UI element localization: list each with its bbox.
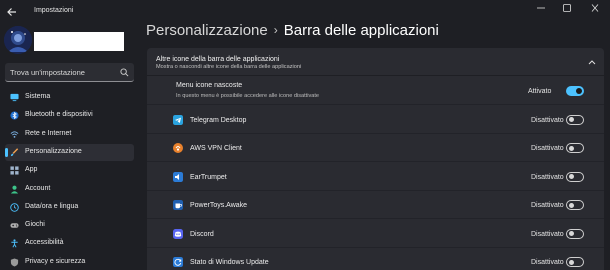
taskbar-icons-section: Altre icone della barra delle applicazio… [147, 48, 604, 270]
apps-icon [10, 166, 19, 175]
gamepad-icon [10, 223, 19, 228]
toggle-state-label: Disattivato [531, 173, 564, 181]
close-icon [591, 4, 599, 12]
tray-icon-row-discord: Discord Disattivato [147, 221, 604, 248]
avatar-image-icon [4, 26, 32, 54]
brush-icon [10, 148, 19, 156]
monitor-icon [10, 93, 19, 102]
row-label: Telegram Desktop [190, 116, 247, 124]
eartrumpet-icon [173, 171, 183, 182]
tray-icon-row-eartrumpet: EarTrumpet Disattivato [147, 164, 604, 191]
aws-vpn-icon [173, 143, 183, 153]
bluetooth-icon [10, 111, 19, 120]
sidebar-item-label: Giochi [25, 221, 45, 229]
minimize-button[interactable] [530, 0, 552, 16]
sidebar-item-label: Bluetooth e dispositivi [25, 111, 93, 119]
toggle-knob [576, 88, 582, 94]
sidebar-item-label: Account [25, 184, 51, 192]
sidebar-item-personalizzazione[interactable]: Personalizzazione [5, 143, 134, 161]
sidebar-item-accessibilit[interactable]: Accessibilità [5, 235, 134, 252]
maximize-button[interactable] [556, 0, 578, 16]
row-label: Stato di Windows Update [190, 259, 269, 266]
toggle-state-label: Disattivato [531, 202, 564, 209]
section-title: Altre icone della barra delle applicazio… [156, 56, 280, 63]
close-button[interactable] [584, 0, 606, 16]
sidebar: Trova un'impostazione Sistema Bluetooth e… [0, 24, 140, 270]
toggle-state-label: Attivato [528, 88, 552, 95]
tray-icon-row-menu-icone-nascoste: Menu icone nascoste In questo menu è poss… [147, 78, 604, 105]
search-box[interactable]: Trova un'impostazione [5, 63, 134, 82]
toggle-state-label: Disattivato [531, 230, 564, 238]
network-icon [10, 130, 19, 138]
sidebar-item-data-ora-e-lingua[interactable]: Data/ora e lingua [5, 199, 134, 216]
sidebar-item-bluetooth-e-dispositivi[interactable]: Bluetooth e dispositivi [5, 107, 134, 124]
section-header[interactable]: Altre icone della barra delle applicazio… [147, 48, 604, 76]
toggle-switch[interactable] [566, 228, 584, 239]
toggle-state-label: Disattivato [531, 145, 564, 152]
toggle-switch[interactable] [566, 143, 584, 153]
page-title: Barra delle applicazioni [283, 22, 439, 39]
toggle-state-label: Disattivato [531, 116, 564, 124]
sidebar-item-label: Personalizzazione [25, 147, 82, 155]
row-label: AWS VPN Client [190, 145, 242, 152]
sidebar-item-privacy-e-sicurezza[interactable]: Privacy e sicurezza [5, 254, 134, 270]
section-subtitle: Mostra o nascondi altre icone della barr… [156, 64, 302, 70]
chevron-up-icon[interactable] [588, 59, 596, 65]
account-icon [10, 185, 19, 194]
sidebar-item-rete-e-internet[interactable]: Rete e Internet [5, 126, 134, 143]
sidebar-item-label: Rete e Internet [25, 129, 72, 137]
powertoys-awake-icon [173, 200, 183, 210]
tray-icon-row-powertoys-awake: PowerToys.Awake Disattivato [147, 192, 604, 219]
tray-icon-row-stato-di-windows-update: Stato di Windows Update Disattivato [147, 249, 604, 270]
toggle-knob [569, 174, 574, 179]
toggle-knob [569, 202, 574, 208]
tray-icon-row-telegram-desktop: Telegram Desktop Disattivato [147, 107, 604, 134]
account-name-redacted [34, 32, 124, 51]
tray-icon-row-aws-vpn-client: AWS VPN Client Disattivato [147, 135, 604, 162]
toggle-state-label: Disattivato [531, 259, 564, 266]
shield-icon [10, 258, 19, 267]
row-label: EarTrumpet [190, 173, 227, 181]
sidebar-item-account[interactable]: Account [5, 181, 134, 198]
toggle-knob [569, 117, 574, 122]
discord-icon [173, 228, 183, 239]
sidebar-item-app[interactable]: App [5, 162, 134, 179]
toggle-switch[interactable] [566, 86, 584, 96]
back-arrow-icon[interactable] [6, 6, 18, 18]
toggle-switch[interactable] [566, 171, 584, 182]
breadcrumb-separator-icon: › [273, 23, 278, 37]
sidebar-item-label: Data/ora e lingua [25, 202, 79, 210]
sidebar-item-label: Accessibilità [25, 239, 64, 247]
toggle-switch[interactable] [566, 257, 584, 267]
telegram-icon [173, 114, 183, 125]
toggle-switch[interactable] [566, 114, 584, 125]
windows-update-icon [173, 257, 183, 267]
row-label: Discord [190, 230, 214, 238]
maximize-icon [563, 4, 571, 12]
avatar[interactable] [4, 26, 32, 54]
sidebar-item-label: App [25, 166, 38, 174]
minimize-icon [537, 7, 545, 9]
sidebar-item-giochi[interactable]: Giochi [5, 217, 134, 234]
toggle-knob [569, 145, 574, 151]
sidebar-item-label: Privacy e sicurezza [25, 257, 86, 265]
sidebar-item-label: Sistema [25, 93, 51, 100]
search-icon [120, 68, 129, 77]
title-bar: Impostazioni [0, 0, 610, 24]
row-description: In questo menu è possibile accedere alle… [176, 93, 320, 99]
accessibility-icon [11, 239, 18, 248]
toggle-switch[interactable] [566, 200, 584, 210]
sidebar-item-sistema[interactable]: Sistema [5, 89, 134, 106]
selection-indicator [5, 147, 8, 157]
row-label: PowerToys.Awake [190, 202, 248, 209]
window-title: Impostazioni [34, 7, 74, 14]
breadcrumb: Personalizzazione › Barra delle applicazio… [146, 22, 439, 39]
search-input[interactable]: Trova un'impostazione [10, 68, 85, 77]
globe-clock-icon [10, 203, 19, 212]
toggle-knob [569, 231, 574, 236]
row-label: Menu icone nascoste [176, 82, 243, 89]
toggle-knob [569, 259, 574, 265]
breadcrumb-parent[interactable]: Personalizzazione [146, 22, 268, 39]
